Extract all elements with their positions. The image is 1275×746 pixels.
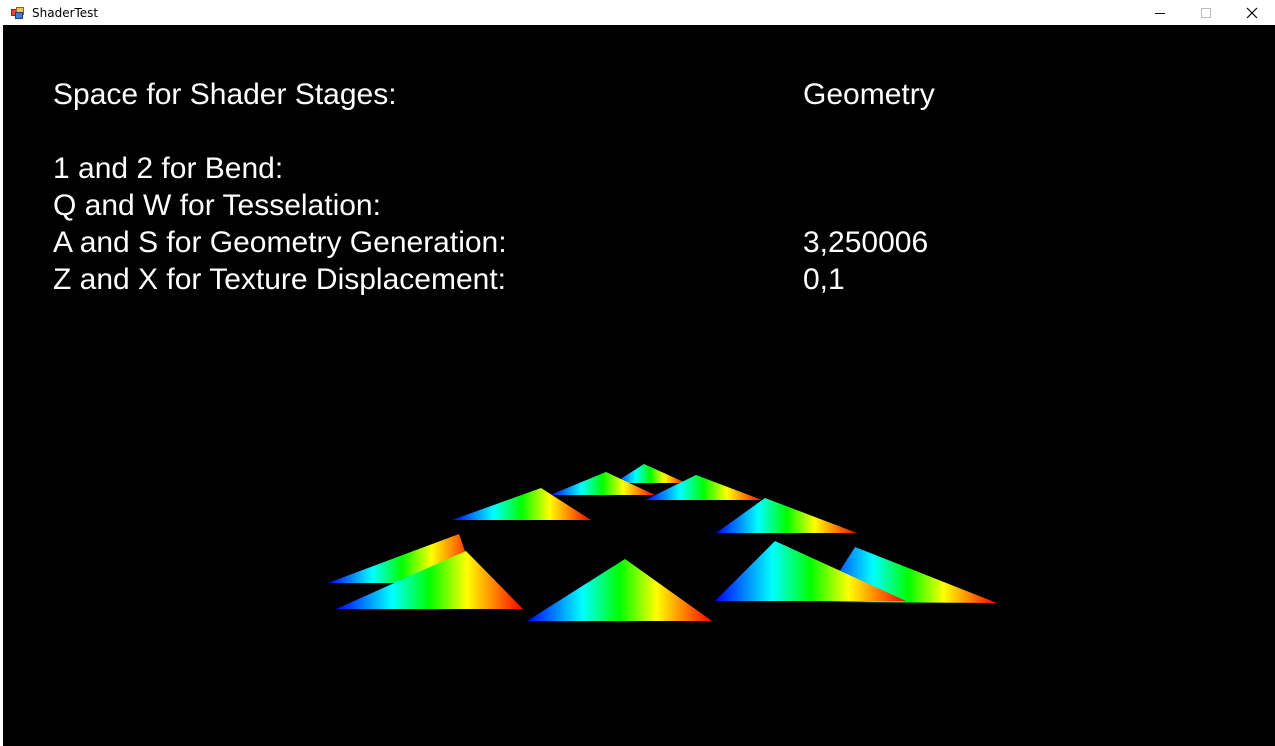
scene-triangle xyxy=(614,464,686,483)
window-title: ShaderTest xyxy=(32,5,99,20)
minimize-icon xyxy=(1155,12,1165,14)
scene-triangle xyxy=(716,498,857,533)
scene-triangle xyxy=(527,559,712,621)
app-window: ShaderTest Space for Shader Stages: Geom… xyxy=(0,0,1275,746)
render-viewport[interactable] xyxy=(0,25,1275,746)
close-button[interactable] xyxy=(1229,0,1275,25)
window-controls xyxy=(1137,0,1275,25)
title-bar[interactable]: ShaderTest xyxy=(0,0,1275,25)
maximize-button[interactable] xyxy=(1183,0,1229,25)
close-icon xyxy=(1246,7,1258,18)
minimize-button[interactable] xyxy=(1137,0,1183,25)
maximize-icon xyxy=(1201,7,1211,18)
app-icon xyxy=(11,6,25,19)
